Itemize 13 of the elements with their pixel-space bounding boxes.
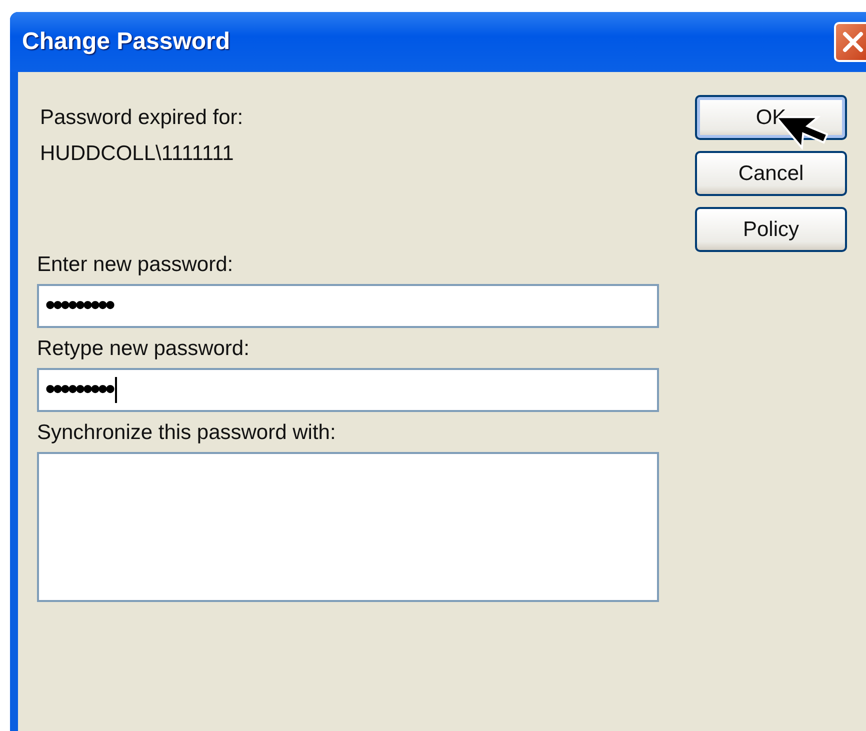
dialog-button[interactable]: Policy [695,207,847,252]
close-button[interactable] [834,22,866,62]
account-label: Password expired for: [40,105,244,131]
password-field[interactable]: ••••••••• [37,368,659,412]
account-name: HUDDCOLL\1111111 [40,141,235,167]
window-title: Change Password [22,28,232,56]
close-icon [840,29,866,55]
field-label: Enter new password: [37,252,234,278]
sync-list[interactable] [37,452,659,602]
field-label: Retype new password: [37,336,250,362]
dialog-button[interactable]: Cancel [695,151,847,196]
password-field[interactable]: ••••••••• [37,284,659,328]
sync-label: Synchronize this password with: [37,420,337,446]
